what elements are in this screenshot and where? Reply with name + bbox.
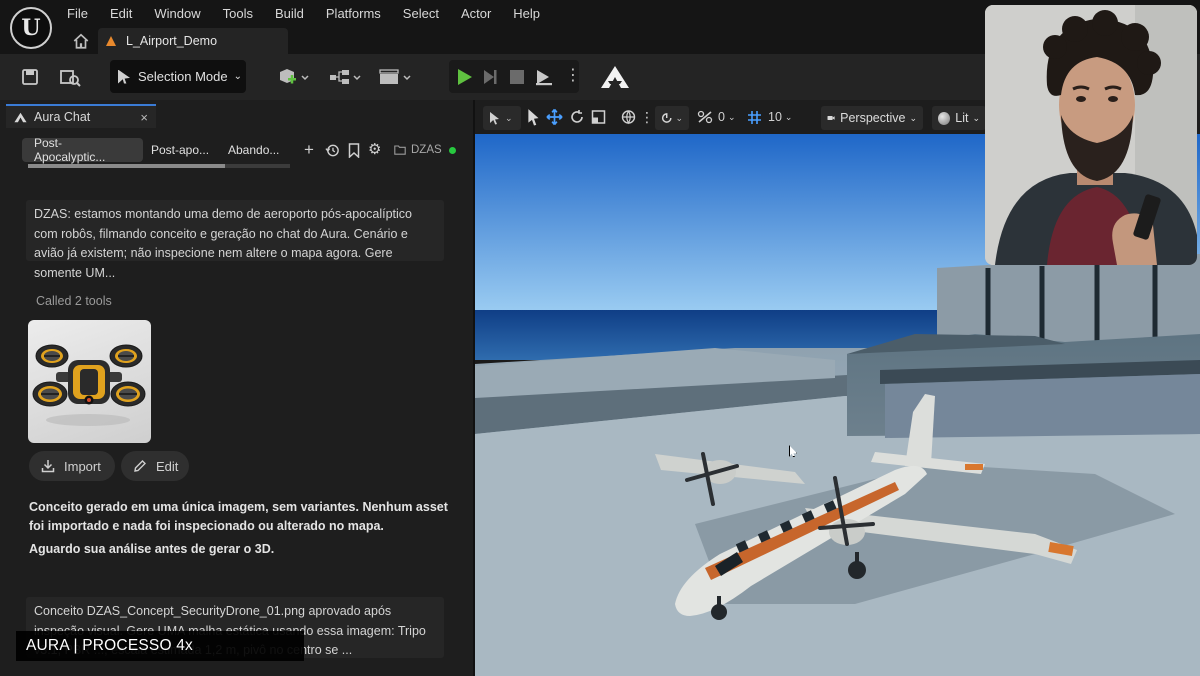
snap-icon [661,113,672,123]
chat-tab-1[interactable]: Post-Apocalyptic... [22,136,143,164]
video-caption: AURA | PROCESSO 4x [16,631,304,661]
chevron-down-icon: ⌄ [675,112,683,123]
save-icon[interactable] [20,63,40,91]
chevron-down-icon: ⌄ [784,111,793,122]
assistant-response-line-3: Aguardo sua análise antes de gerar o 3D. [29,542,275,556]
perspective-label: Perspective [840,111,906,125]
aura-chat-tab[interactable]: Aura Chat × [6,104,156,128]
world-space-icon[interactable] [621,108,636,126]
menu-window[interactable]: Window [154,6,200,21]
more-options-icon[interactable]: ⋮ [640,108,654,126]
chevron-down-icon: ⌄ [972,112,980,123]
menu-build[interactable]: Build [275,6,304,21]
play-icon[interactable] [458,69,472,85]
selection-mode-dropdown[interactable]: Selection Mode ⌄ [110,60,246,93]
chevron-down-icon: ⌄ [505,112,513,123]
import-label: Import [64,458,101,474]
speed-icon [697,110,713,124]
advance-frame-icon[interactable] [482,69,498,85]
level-icon [106,36,116,46]
import-button[interactable]: Import [29,451,115,481]
called-tools-label[interactable]: Called 2 tools [36,294,112,308]
chevron-down-icon: ⌄ [233,71,243,82]
progress-fill [28,164,225,168]
user-message-1: DZAS: estamos montando uma demo de aerop… [26,200,444,280]
menu-tools[interactable]: Tools [223,6,253,21]
stop-icon[interactable] [510,70,524,84]
level-tab-label: L_Airport_Demo [126,34,218,48]
chat-tabs: Post-Apocalyptic... Post-apo... Abando..… [22,136,467,164]
eject-icon[interactable] [534,68,554,86]
edit-button[interactable]: Edit [121,451,189,481]
presenter-webcam-drawing [985,5,1197,265]
status-dot-icon [449,147,456,154]
close-icon[interactable]: × [140,110,148,125]
drone-concept-image[interactable] [28,320,151,443]
folder-icon [394,145,406,155]
surface-snap-dropdown[interactable]: ⌄ [655,106,689,130]
play-controls: ⋮ [449,60,581,93]
select-cursor-icon[interactable] [527,108,541,126]
bookmark-icon[interactable] [348,143,360,158]
cursor-icon [118,69,130,84]
rotate-icon[interactable] [569,108,585,126]
add-actor-icon[interactable] [276,63,312,91]
menu-edit[interactable]: Edit [110,6,132,21]
project-name[interactable]: DZAS [411,144,442,156]
menu-file[interactable]: File [67,6,88,21]
camera-speed-value: 0 [718,110,725,124]
aura-logo-icon[interactable] [600,65,630,89]
viewport-select-dropdown[interactable]: ⌄ [483,106,521,130]
menu-help[interactable]: Help [513,6,540,21]
select-mode-icon [490,112,499,125]
panel-title: Aura Chat [34,110,91,124]
lit-sphere-icon [938,111,951,125]
edit-label: Edit [156,458,179,474]
unreal-logo-icon[interactable]: U [10,7,52,49]
new-chat-icon[interactable]: + [304,141,314,158]
download-icon [41,460,55,473]
pencil-icon [134,460,146,472]
menu-items: File Edit Window Tools Build Platforms S… [67,6,562,21]
lighting-mode-label: Lit [955,111,969,125]
cinematics-icon[interactable] [378,63,414,91]
grid-icon [748,110,761,124]
chevron-down-icon: ⌄ [727,111,736,122]
chat-tab-3[interactable]: Abando... [228,138,279,162]
menu-actor[interactable]: Actor [461,6,491,21]
level-tab[interactable]: L_Airport_Demo [98,28,288,54]
camera-icon [827,115,835,121]
settings-gear-icon[interactable]: ⚙ [368,140,381,158]
aura-small-logo-icon [14,112,27,122]
drone-concept-image-drawing [32,344,146,426]
home-icon[interactable] [72,32,90,50]
aura-chat-panel: Aura Chat × Post-Apocalyptic... Post-apo… [0,100,473,676]
chevron-down-icon: ⌄ [909,112,917,123]
menu-platforms[interactable]: Platforms [326,6,381,21]
perspective-dropdown[interactable]: Perspective ⌄ [821,106,923,130]
play-options-icon[interactable]: ⋮ [565,66,581,86]
presenter-webcam [985,5,1197,265]
grid-snap-control[interactable]: 10 ⌄ [747,108,792,126]
selection-mode-label: Selection Mode [138,69,228,84]
blueprint-icon[interactable] [328,63,364,91]
progress-bar [28,164,290,168]
assistant-response-line-2: foi importado e nada foi inspecionado ou… [29,519,384,533]
history-icon[interactable] [325,143,340,158]
assistant-response-line-1: Conceito gerado em uma única imagem, sem… [29,500,448,514]
camera-speed-control[interactable]: 0 ⌄ [697,108,736,126]
content-browser-icon[interactable] [58,63,82,91]
menu-select[interactable]: Select [403,6,439,21]
translate-icon[interactable] [546,108,563,126]
lighting-mode-dropdown[interactable]: Lit ⌄ [932,106,986,130]
scale-icon[interactable] [591,108,606,126]
grid-snap-value: 10 [768,110,782,124]
chat-tab-2[interactable]: Post-apo... [151,138,209,162]
